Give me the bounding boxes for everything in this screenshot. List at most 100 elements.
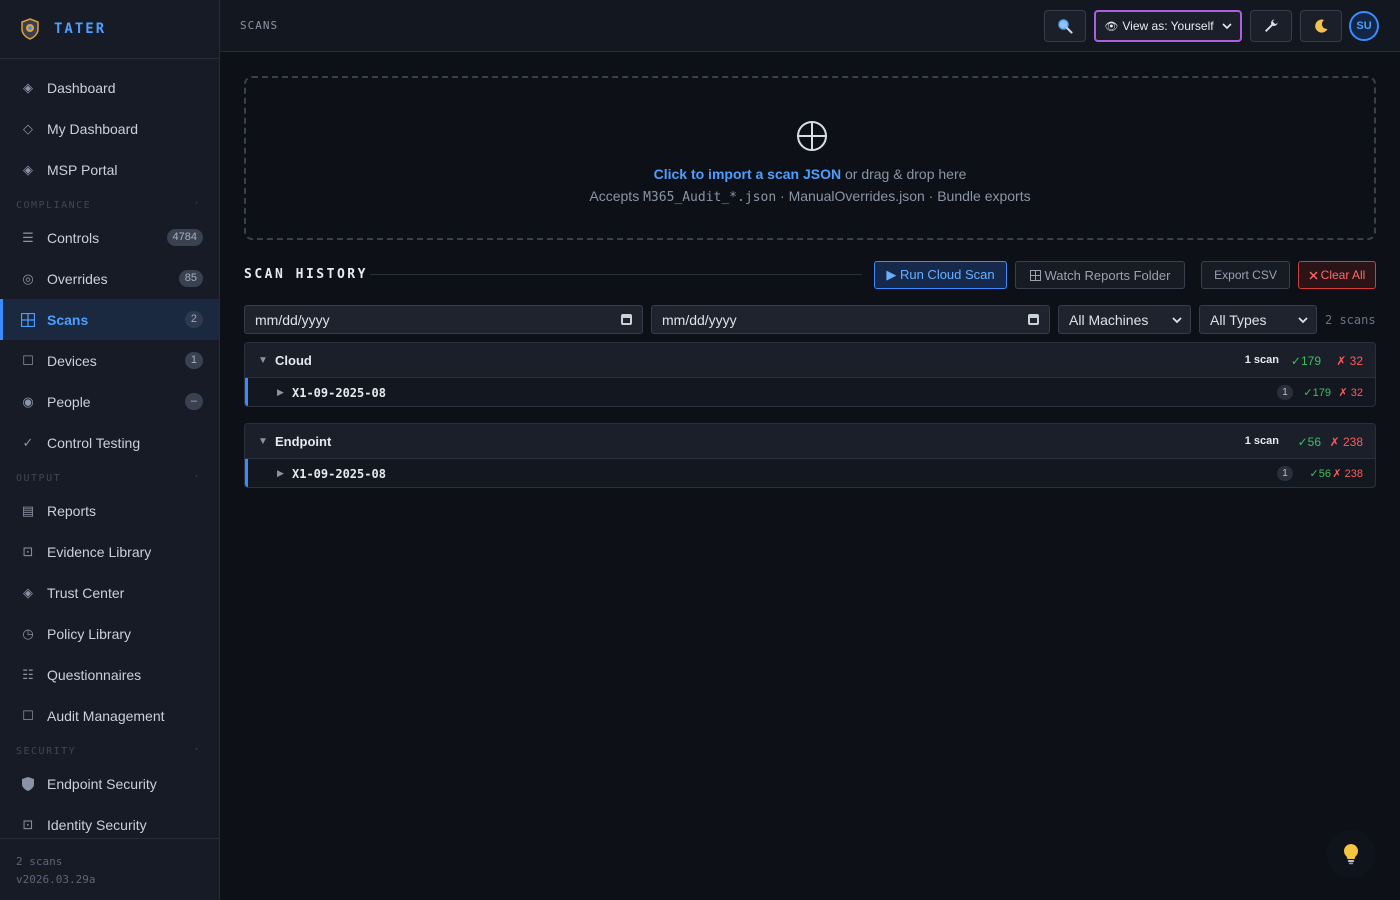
person-icon: ◉ [22,393,34,409]
divider [370,274,862,275]
search-button[interactable] [1044,10,1086,42]
dropzone-accepts: Accepts M365_Audit_*.json · ManualOverri… [246,188,1374,205]
date-from-placeholder: mm/dd/yyyy [255,311,330,328]
brand[interactable]: TATER [0,0,219,59]
sidebar-item-label: Policy Library [47,625,132,642]
sidebar-item-policy-library[interactable]: ◷ Policy Library [0,613,219,654]
clear-all-button[interactable]: Clear All [1298,261,1376,289]
section-header-security[interactable]: SECURITY · [0,736,219,763]
page-title: SCANS [240,19,279,32]
collapse-triangle-icon: ▼ [258,355,268,366]
target-icon: ◎ [22,270,34,286]
export-csv-button[interactable]: Export CSV [1201,261,1290,289]
sidebar-item-controls[interactable]: ☰ Controls 4784 [0,217,219,258]
expand-triangle-icon: ▶ [277,468,284,478]
sidebar-item-scans[interactable]: Scans 2 [0,299,219,340]
avatar[interactable]: SU [1349,11,1379,41]
sidebar-item-evidence-library[interactable]: ⊡ Evidence Library [0,531,219,572]
group-scan-count: 1 scan [1244,354,1279,366]
watch-reports-label: Watch Reports Folder [1044,267,1171,283]
sidebar-item-questionnaires[interactable]: ☷ Questionnaires [0,654,219,695]
scan-fail-count: ✗ 238 [1332,468,1363,480]
date-to-input[interactable]: mm/dd/yyyy [651,305,1050,334]
view-as-select[interactable]: 👁 View as: Yourself [1094,10,1242,42]
chevron-down-icon [1172,317,1182,324]
lightbulb-icon [1343,843,1359,865]
section-header-label: SECURITY [16,746,77,757]
sidebar-item-dashboard[interactable]: ◈ Dashboard [0,67,219,108]
square-icon: ☐ [22,352,34,368]
group-pass-count: ✓56 [1297,435,1321,449]
document-icon: ▤ [21,502,35,518]
sidebar-item-msp-portal[interactable]: ◈ MSP Portal [0,149,219,190]
sidebar-item-label: Evidence Library [47,543,152,560]
sidebar-item-label: Reports [47,502,97,519]
sidebar-footer: 2 scans v2026.03.29a [0,838,219,900]
sidebar-item-label: Audit Management [47,707,165,724]
grid-icon [1029,269,1041,281]
diamond-outline-icon: ◇ [23,120,33,136]
group-fail-count: ✗ 238 [1329,435,1363,449]
count-badge: 4784 [166,229,203,246]
scan-name: X1-09-2025-08 [292,467,386,481]
count-badge: 85 [178,270,203,287]
box-dot-icon: ⊡ [22,543,34,559]
sidebar-item-my-dashboard[interactable]: ◇ My Dashboard [0,108,219,149]
tip-button[interactable] [1327,830,1375,878]
group-header[interactable]: ▼ Endpoint 1 scan ✓56 ✗ 238 [245,424,1375,459]
sidebar: TATER ◈ Dashboard ◇ My Dashboard ◈ MSP P… [0,0,220,900]
calendar-icon[interactable] [621,314,632,325]
sidebar-item-reports[interactable]: ▤ Reports [0,490,219,531]
eye-icon: 👁 [1104,20,1119,33]
group-fail-count: ✗ 32 [1336,354,1363,368]
scan-group-cloud: ▼ Cloud 1 scan ✓179 ✗ 32 ▶ X1-09-2025-08… [244,342,1376,407]
types-select[interactable]: All Types [1199,305,1317,334]
sidebar-item-label: Questionnaires [47,666,142,683]
scan-row[interactable]: ▶ X1-09-2025-08 1 ✓179 ✗ 32 [245,378,1375,406]
count-badge: 1 [184,352,203,369]
sidebar-item-endpoint-security[interactable]: Endpoint Security [0,763,219,804]
close-icon [1309,271,1318,279]
import-link[interactable]: Click to import a scan JSON [654,166,842,182]
chevron-down-icon [1298,317,1308,324]
shield-icon [20,776,36,792]
sidebar-item-control-testing[interactable]: ✓ Control Testing [0,422,219,463]
sidebar-item-trust-center[interactable]: ◈ Trust Center [0,572,219,613]
group-pass-count: ✓179 [1290,354,1321,368]
sidebar-item-overrides[interactable]: ◎ Overrides 85 [0,258,219,299]
clock-icon: ◷ [22,625,34,641]
checklist-icon: ☷ [22,666,34,682]
sidebar-item-label: Controls [47,229,100,246]
date-to-placeholder: mm/dd/yyyy [662,311,737,328]
scan-row[interactable]: ▶ X1-09-2025-08 1 ✓56 ✗ 238 [245,459,1375,487]
machines-select[interactable]: All Machines [1058,305,1191,334]
run-cloud-scan-button[interactable]: ▶ Run Cloud Scan [874,261,1007,289]
date-from-input[interactable]: mm/dd/yyyy [244,305,643,334]
sidebar-item-label: Endpoint Security [47,775,157,792]
sidebar-item-devices[interactable]: ☐ Devices 1 [0,340,219,381]
group-header[interactable]: ▼ Cloud 1 scan ✓179 ✗ 32 [245,343,1375,378]
watch-reports-folder-button[interactable]: Watch Reports Folder [1015,261,1185,289]
sidebar-item-label: Control Testing [47,434,141,451]
import-dropzone[interactable]: Click to import a scan JSON or drag & dr… [244,76,1376,240]
tools-button[interactable] [1250,10,1292,42]
dropzone-text: or drag & drop here [841,166,967,182]
collapse-triangle-icon: ▼ [258,436,268,447]
diamond-icon: ◈ [23,79,33,95]
search-icon [1058,19,1073,34]
scan-pass-count: ✓56 [1309,468,1331,480]
accepts-pattern: M365_Audit_*.json [643,190,777,205]
square-icon: ☐ [22,707,34,723]
sidebar-nav: ◈ Dashboard ◇ My Dashboard ◈ MSP Portal … [0,67,219,845]
section-header-label: COMPLIANCE [16,200,92,211]
sidebar-item-audit-management[interactable]: ☐ Audit Management [0,695,219,736]
section-header-compliance[interactable]: COMPLIANCE · [0,190,219,217]
scan-fail-count: ✗ 32 [1338,387,1363,399]
list-icon: ☰ [22,229,34,245]
section-header-output[interactable]: OUTPUT · [0,463,219,490]
calendar-icon[interactable] [1028,314,1039,325]
theme-toggle-button[interactable] [1300,10,1342,42]
check-icon: ✓ [22,434,34,450]
scan-count-badge: 1 [1277,466,1293,481]
sidebar-item-people[interactable]: ◉ People – [0,381,219,422]
